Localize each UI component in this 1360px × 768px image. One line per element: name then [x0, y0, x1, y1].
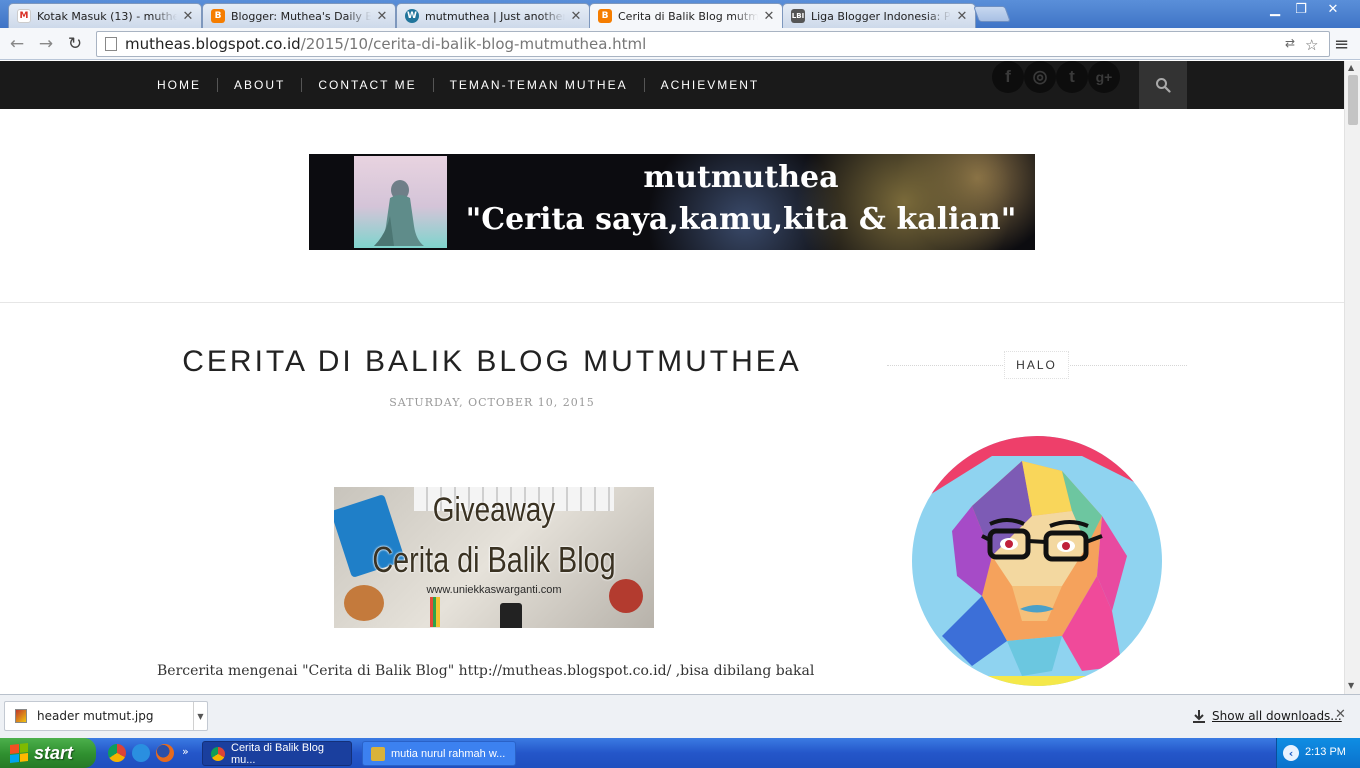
blog-top-nav: HOME ABOUT CONTACT ME TEMAN-TEMAN MUTHEA… [0, 61, 1344, 109]
taskbar-window-title: Cerita di Balik Blog mu... [231, 741, 324, 766]
url-text: mutheas.blogspot.co.id/2015/10/cerita-di… [125, 35, 647, 53]
app-icon [371, 746, 385, 761]
tab-title: Kotak Masuk (13) - mutheas@gmail.com [37, 9, 177, 23]
forward-icon[interactable]: → [34, 32, 58, 56]
taskbar-window-other[interactable]: mutia nurul rahmah w... [362, 741, 516, 766]
page-icon [105, 37, 117, 51]
download-shelf: header mutmut.jpg ▼ Show all downloads..… [0, 694, 1360, 738]
nav-links: HOME ABOUT CONTACT ME TEMAN-TEMAN MUTHEA… [157, 61, 775, 109]
scroll-up-icon[interactable]: ▲ [1348, 63, 1354, 72]
sidebar-heading: HALO [1004, 351, 1069, 379]
banner-photo [354, 156, 447, 248]
search-icon [1156, 78, 1171, 93]
facebook-icon[interactable]: f [992, 61, 1024, 93]
scroll-thumb[interactable] [1348, 75, 1358, 125]
blog-header-banner[interactable]: mutmuthea "Cerita saya,kamu,kita & kalia… [309, 154, 1035, 250]
show-all-downloads-link[interactable]: Show all downloads... [1192, 709, 1342, 723]
browser-tab-strip: M Kotak Masuk (13) - mutheas@gmail.com ✕… [0, 0, 1360, 28]
tray-expand-icon[interactable]: ‹ [1283, 745, 1299, 761]
new-tab-button[interactable] [973, 6, 1011, 22]
system-tray: ‹ 2:13 PM [1276, 738, 1360, 768]
chevron-down-icon[interactable]: ▼ [193, 702, 207, 730]
tab-current-post[interactable]: B Cerita di Balik Blog mutmuthea ✕ [589, 3, 783, 28]
clock: 2:13 PM [1305, 746, 1346, 758]
banner-title: mutmuthea [643, 160, 839, 195]
search-button[interactable] [1139, 61, 1187, 109]
tab-close-icon[interactable]: ✕ [955, 9, 969, 24]
tab-close-icon[interactable]: ✕ [181, 9, 195, 24]
quick-launch-more-icon[interactable]: » [182, 744, 189, 762]
tab-title: Liga Blogger Indonesia: Pekan [811, 9, 951, 23]
page-scrollbar[interactable]: ▲ ▼ [1344, 61, 1360, 694]
phone-graphic [500, 603, 522, 628]
banner-tagline: "Cerita saya,kamu,kita & kalian" [465, 202, 1017, 237]
tab-blogger-dashboard[interactable]: B Blogger: Muthea's Daily Blog ✕ [202, 3, 396, 28]
post-date: SATURDAY, OCTOBER 10, 2015 [389, 396, 595, 409]
tab-title: Cerita di Balik Blog mutmuthea [618, 9, 758, 23]
social-links: f ◎ t g+ [992, 61, 1120, 93]
download-filename: header mutmut.jpg [37, 709, 154, 723]
instagram-icon[interactable]: ◎ [1024, 61, 1056, 93]
taskbar-window-chrome[interactable]: Cerita di Balik Blog mu... [202, 741, 352, 766]
maximize-icon[interactable]: ❐ [1288, 0, 1314, 18]
post-excerpt: Bercerita mengenai "Cerita di Balik Blog… [157, 663, 815, 679]
tab-liga-blogger[interactable]: LBI Liga Blogger Indonesia: Pekan ✕ [782, 3, 976, 28]
pencils-graphic [430, 597, 440, 627]
show-all-label: Show all downloads... [1212, 709, 1342, 723]
image-file-icon [15, 709, 27, 723]
close-window-icon[interactable]: ✕ [1320, 0, 1346, 18]
address-bar[interactable]: mutheas.blogspot.co.id/2015/10/cerita-di… [96, 31, 1330, 57]
giveaway-image[interactable]: Giveaway Cerita di Balik Blog www.uniekk… [334, 487, 654, 628]
tab-close-icon[interactable]: ✕ [569, 9, 583, 24]
windows-logo-icon [10, 743, 28, 763]
giveaway-url: www.uniekkaswarganti.com [426, 584, 562, 596]
quick-launch: » [108, 744, 189, 762]
bookmark-star-icon[interactable]: ☆ [1305, 36, 1318, 54]
tab-close-icon[interactable]: ✕ [762, 9, 776, 24]
firefox-icon[interactable] [156, 744, 174, 762]
nav-contact[interactable]: CONTACT ME [301, 78, 432, 92]
translate-icon[interactable]: ⇄ [1285, 36, 1295, 50]
download-icon [1193, 710, 1205, 723]
nav-home[interactable]: HOME [157, 78, 217, 92]
reload-icon[interactable]: ↻ [63, 32, 87, 56]
download-item[interactable]: header mutmut.jpg ▼ [4, 701, 208, 731]
profile-avatar[interactable] [912, 436, 1162, 686]
minimize-icon[interactable]: ▁ [1262, 0, 1288, 18]
start-label: start [34, 742, 74, 763]
tab-title: mutmuthea | Just another mutmuthea [425, 9, 565, 23]
nav-about[interactable]: ABOUT [217, 78, 301, 92]
nav-achievement[interactable]: ACHIEVMENT [643, 78, 776, 92]
lbi-icon: LBI [791, 9, 805, 23]
browser-toolbar: ← → ↻ mutheas.blogspot.co.id/2015/10/cer… [0, 28, 1360, 60]
start-button[interactable]: start [0, 738, 96, 768]
close-shelf-icon[interactable]: ✕ [1335, 707, 1346, 722]
wordpress-icon: W [405, 9, 419, 23]
blogger-icon: B [598, 9, 612, 23]
post-title[interactable]: CERITA DI BALIK BLOG MUTMUTHEA [157, 345, 827, 379]
taskbar-window-title: mutia nurul rahmah w... [391, 747, 506, 760]
giveaway-subtitle: Cerita di Balik Blog [372, 539, 616, 580]
windows-taskbar: start » Cerita di Balik Blog mu... mutia… [0, 738, 1360, 768]
nav-friends[interactable]: TEMAN-TEMAN MUTHEA [432, 78, 644, 92]
tab-close-icon[interactable]: ✕ [375, 9, 389, 24]
chrome-menu-icon[interactable]: ≡ [1334, 34, 1349, 55]
internet-explorer-icon[interactable] [132, 744, 150, 762]
chrome-icon[interactable] [108, 744, 126, 762]
header-divider [0, 302, 1344, 303]
back-icon[interactable]: ← [5, 32, 29, 56]
gmail-icon: M [17, 9, 31, 23]
scroll-down-icon[interactable]: ▼ [1348, 681, 1354, 690]
chrome-icon [211, 746, 225, 761]
page-viewport: HOME ABOUT CONTACT ME TEMAN-TEMAN MUTHEA… [0, 61, 1344, 694]
tab-title: Blogger: Muthea's Daily Blog [231, 9, 371, 23]
twitter-icon[interactable]: t [1056, 61, 1088, 93]
tab-wordpress[interactable]: W mutmuthea | Just another mutmuthea ✕ [396, 3, 590, 28]
tab-gmail[interactable]: M Kotak Masuk (13) - mutheas@gmail.com ✕ [8, 3, 202, 28]
blogger-icon: B [211, 9, 225, 23]
giveaway-title: Giveaway [432, 491, 556, 529]
google-plus-icon[interactable]: g+ [1088, 61, 1120, 93]
